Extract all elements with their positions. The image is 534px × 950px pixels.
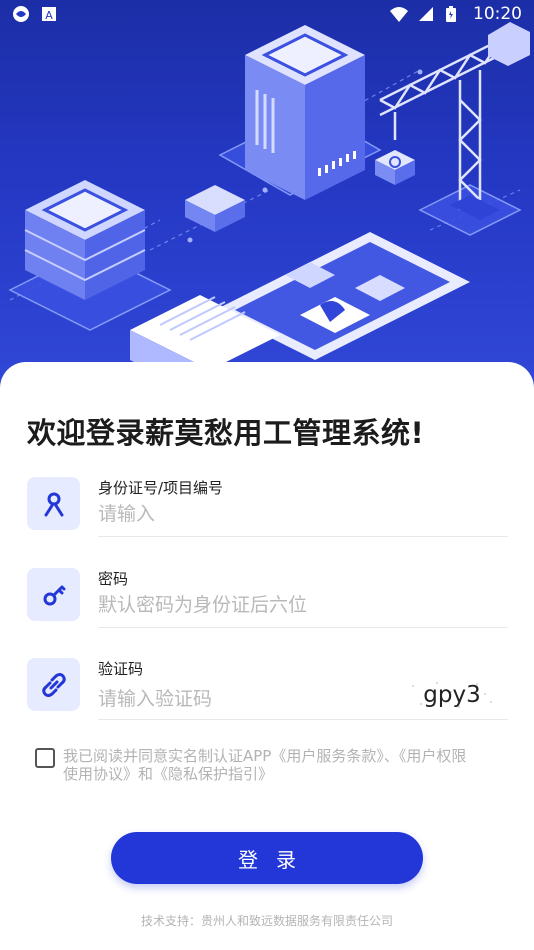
- agreement-line-2: 使用协议》和《隐私保护指引》: [63, 765, 274, 783]
- divider: [98, 627, 508, 628]
- battery-icon: [445, 5, 463, 23]
- link-icon: [27, 658, 80, 711]
- divider: [98, 536, 508, 537]
- agreement-text[interactable]: 我已阅读并同意实名制认证APP《用户服务条款》、《用户权限 使用协议》和《隐私保…: [63, 747, 508, 783]
- key-icon: [27, 568, 80, 621]
- agreement-line-1: 我已阅读并同意实名制认证APP《用户服务条款》、《用户权限: [63, 747, 467, 765]
- id-field: 身份证号/项目编号: [27, 477, 508, 555]
- status-time: 10:20: [473, 4, 522, 24]
- login-card: 欢迎登录薪莫愁用工管理系统! 身份证号/项目编号 密码: [0, 362, 534, 950]
- wifi-icon: [389, 5, 408, 23]
- header-illustration: [0, 0, 534, 400]
- isometric-server-illustration: [8, 22, 530, 400]
- captcha-field: 验证码 gpy3: [27, 658, 508, 736]
- a-icon: A: [40, 5, 58, 23]
- page-title: 欢迎登录薪莫愁用工管理系统!: [27, 416, 425, 450]
- id-input[interactable]: [98, 499, 428, 529]
- captcha-field-label: 验证码: [98, 660, 144, 678]
- app-icon: [12, 5, 30, 23]
- password-field: 密码: [27, 568, 508, 646]
- captcha-text: gpy3: [423, 682, 481, 708]
- login-button[interactable]: 登录: [111, 832, 423, 884]
- footer-credit: 技术支持：贵州人和致远数据服务有限责任公司: [140, 914, 393, 928]
- divider: [98, 719, 508, 720]
- password-input[interactable]: [98, 590, 428, 620]
- signal-icon: [417, 5, 435, 23]
- agree-checkbox[interactable]: [35, 748, 55, 768]
- user-icon: [27, 477, 80, 530]
- captcha-image[interactable]: gpy3: [407, 678, 497, 712]
- password-field-label: 密码: [98, 570, 129, 588]
- captcha-input[interactable]: [98, 684, 428, 714]
- status-bar: A 10:20: [0, 0, 534, 28]
- svg-text:A: A: [45, 9, 53, 22]
- id-field-label: 身份证号/项目编号: [98, 479, 224, 497]
